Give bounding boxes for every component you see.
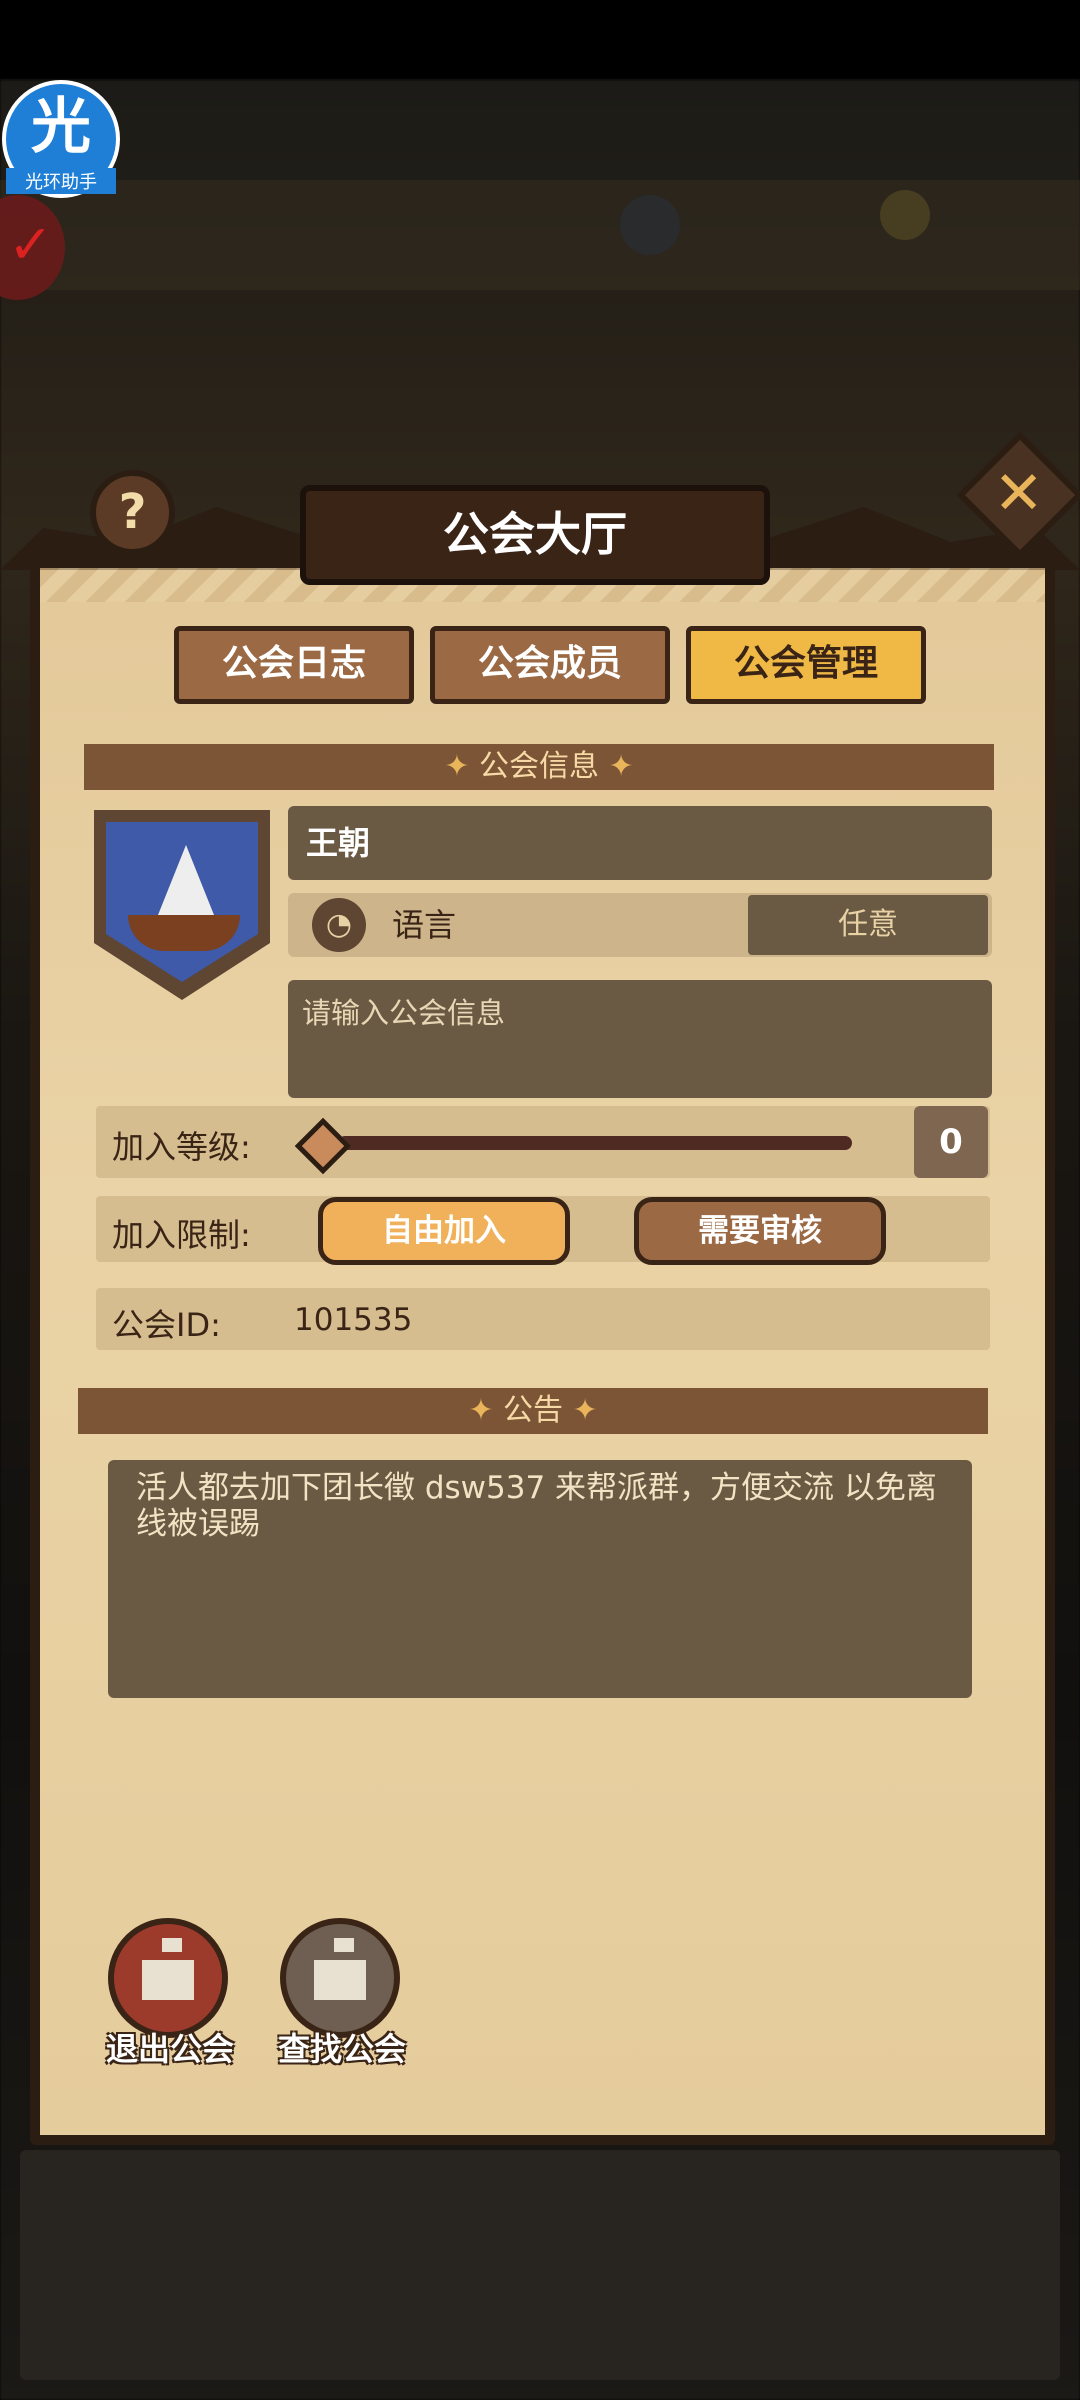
- language-globe-icon: ◔: [312, 898, 366, 952]
- assistant-label: 光环助手: [6, 168, 116, 194]
- guild-info-section-header: ✦ 公会信息 ✦: [84, 744, 994, 790]
- guild-hall-panel: [30, 560, 1055, 2145]
- guild-name-field[interactable]: 王朝: [288, 806, 992, 880]
- leave-guild-button[interactable]: [108, 1918, 228, 2038]
- assistant-floating-button[interactable]: 光 光环助手: [2, 80, 120, 198]
- free-join-button[interactable]: 自由加入: [318, 1197, 570, 1265]
- guild-info-input[interactable]: 请输入公会信息: [288, 980, 992, 1098]
- join-level-slider-track[interactable]: [338, 1136, 852, 1150]
- guild-info-section-title: 公会信息: [479, 749, 599, 784]
- castle-search-icon: [314, 1960, 366, 2000]
- language-label: 语言: [392, 906, 457, 944]
- review-required-button[interactable]: 需要审核: [634, 1197, 886, 1265]
- flag-icon: [162, 1938, 182, 1952]
- notice-section-header: ✦ 公告 ✦: [78, 1388, 988, 1434]
- find-guild-label: 查找公会: [278, 2030, 407, 2068]
- tab-guild-log[interactable]: 公会日志: [174, 626, 414, 704]
- guild-id-row: [96, 1288, 990, 1350]
- tab-guild-management[interactable]: 公会管理: [686, 626, 926, 704]
- castle-exit-icon: [142, 1960, 194, 2000]
- leave-guild-label: 退出公会: [106, 2030, 235, 2068]
- flag-icon: [334, 1938, 354, 1952]
- right-ornament-icon: ✦: [599, 749, 634, 784]
- join-level-label: 加入等级:: [112, 1128, 251, 1166]
- language-select[interactable]: 任意: [748, 895, 988, 955]
- background-bottom-panel: [20, 2150, 1060, 2380]
- left-ornament-icon: ✦: [468, 1393, 503, 1428]
- find-guild-button[interactable]: [280, 1918, 400, 2038]
- notice-section-title: 公告: [503, 1393, 563, 1428]
- panel-title: 公会大厅: [300, 485, 770, 585]
- join-level-value: 0: [914, 1106, 988, 1178]
- help-button[interactable]: ?: [90, 470, 175, 555]
- close-icon: ✕: [993, 458, 1044, 529]
- left-ornament-icon: ✦: [444, 749, 479, 784]
- join-restriction-label: 加入限制:: [112, 1216, 251, 1254]
- assistant-logo-icon: 光: [31, 92, 91, 162]
- right-ornament-icon: ✦: [563, 1393, 598, 1428]
- guild-id-value: 101535: [294, 1302, 413, 1338]
- tab-guild-members[interactable]: 公会成员: [430, 626, 670, 704]
- guild-id-label: 公会ID:: [112, 1306, 221, 1344]
- notice-text-area[interactable]: 活人都去加下团长徵 dsw537 来帮派群，方便交流 以免离线被误踢: [108, 1460, 972, 1698]
